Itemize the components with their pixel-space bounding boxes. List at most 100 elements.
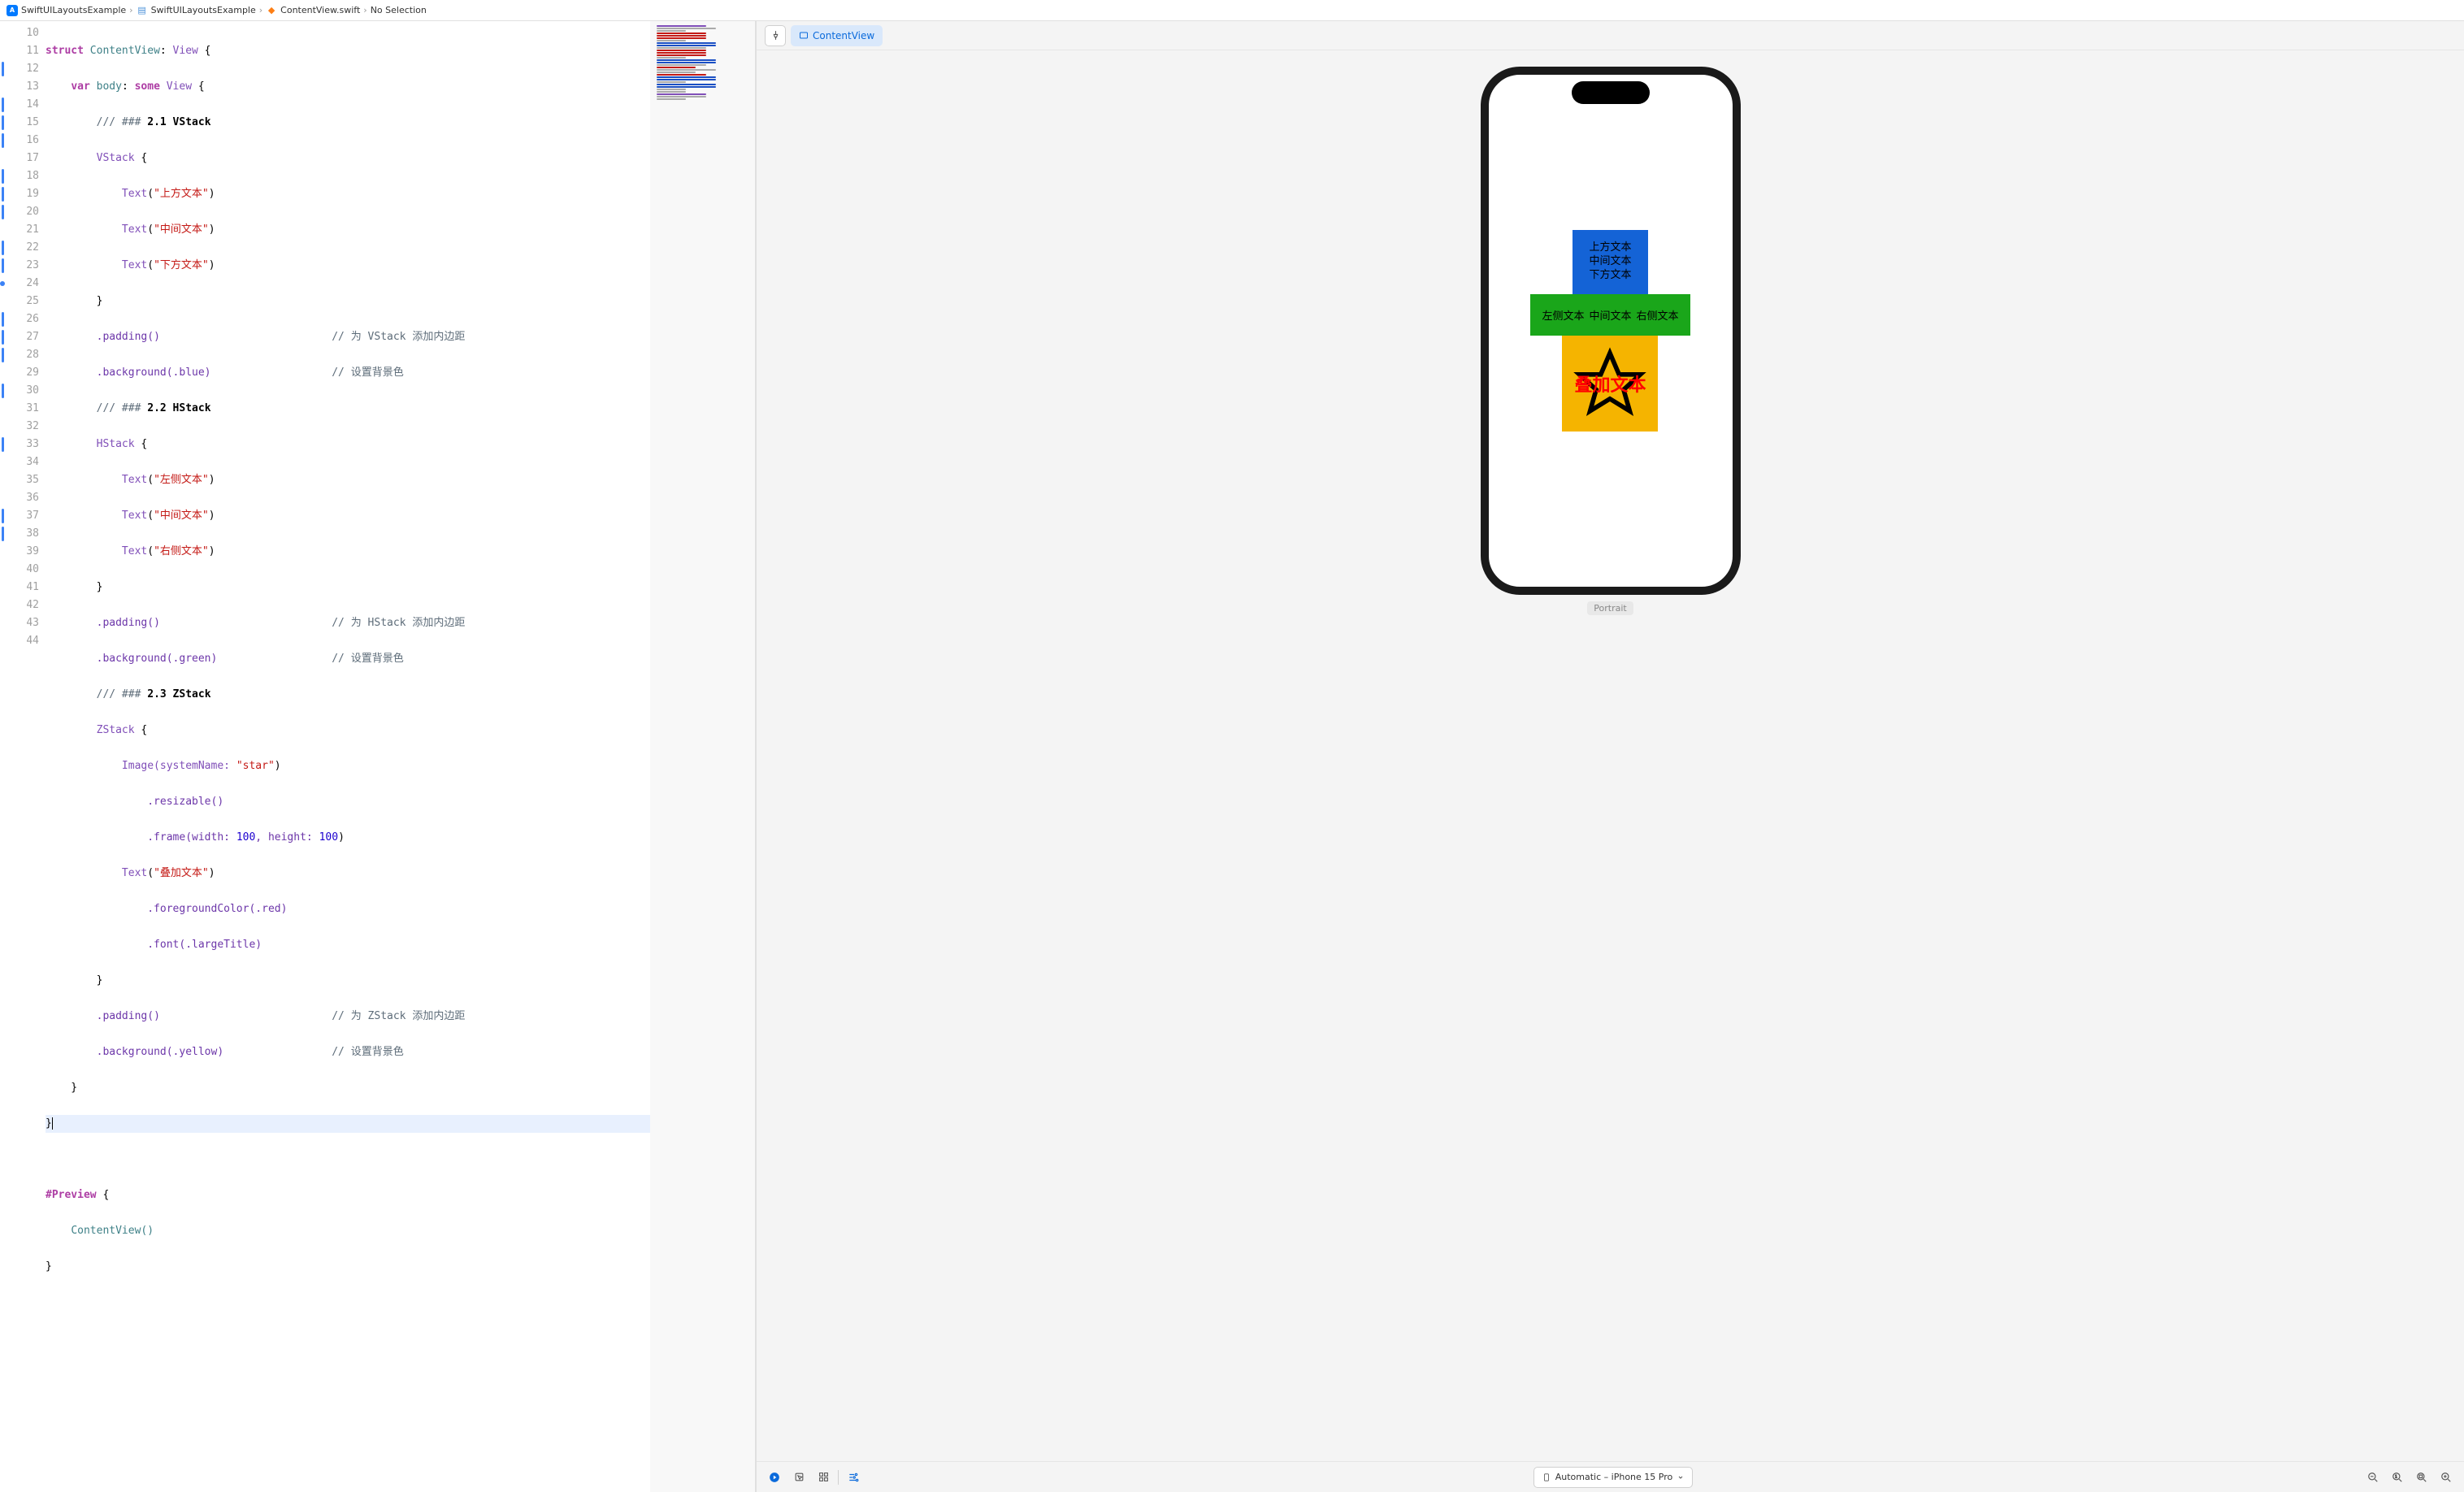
phone-icon	[1542, 1472, 1551, 1482]
cmt: // 为 VStack 添加内边距	[332, 331, 465, 343]
vstack-text: 下方文本	[1589, 269, 1631, 283]
device-selector[interactable]: Automatic – iPhone 15 Pro	[1533, 1467, 1693, 1488]
bc-file[interactable]: ContentView.swift	[280, 5, 360, 15]
zoom-100-icon: 1	[2392, 1472, 2403, 1483]
zstack-preview: 叠加文本	[1562, 336, 1658, 432]
fn: Text	[122, 188, 147, 200]
selectable-button[interactable]	[789, 1468, 809, 1487]
canvas-icon	[799, 31, 809, 41]
cmt: /// ###	[97, 402, 148, 414]
vstack-text: 中间文本	[1589, 255, 1631, 269]
orientation-label: Portrait	[1587, 601, 1633, 615]
fn: Text	[122, 545, 147, 557]
vstack-text: 上方文本	[1589, 241, 1631, 255]
meth: .padding()	[97, 617, 160, 629]
device-settings-button[interactable]	[844, 1468, 863, 1487]
str: "下方文本"	[154, 259, 209, 271]
kw: var	[71, 80, 89, 93]
meth: , height:	[255, 831, 319, 844]
meth: .padding()	[97, 331, 160, 343]
phone-content: 上方文本 中间文本 下方文本 左侧文本 中间文本 右侧文本	[1530, 230, 1690, 432]
call: ContentView()	[71, 1225, 154, 1237]
str: "中间文本"	[154, 223, 209, 236]
str: "star"	[236, 760, 275, 772]
type: ZStack	[97, 724, 135, 736]
svg-text:1: 1	[2395, 1474, 2397, 1478]
str: "中间文本"	[154, 510, 209, 522]
num: 100	[319, 831, 338, 844]
cmt: // 设置背景色	[332, 366, 403, 379]
kw: struct	[46, 45, 84, 57]
bc-project[interactable]: SwiftUILayoutsExample	[21, 5, 126, 15]
preview-canvas[interactable]: 上方文本 中间文本 下方文本 左侧文本 中间文本 右侧文本	[757, 50, 2464, 1461]
swift-file-icon: ◆	[266, 5, 277, 16]
type: HStack	[97, 438, 135, 450]
pin-button[interactable]	[765, 25, 786, 46]
meth: .background(.green)	[97, 653, 218, 665]
cursor-icon	[794, 1472, 805, 1482]
grid-icon	[818, 1472, 829, 1482]
fn: Text	[122, 223, 147, 236]
chevron-icon: ›	[259, 5, 262, 15]
str: "右侧文本"	[154, 545, 209, 557]
meth: .padding()	[97, 1010, 160, 1022]
proto: View	[173, 45, 198, 57]
vstack-preview: 上方文本 中间文本 下方文本	[1573, 230, 1647, 294]
device-label: Automatic – iPhone 15 Pro	[1555, 1472, 1672, 1482]
cmt: /// ###	[97, 116, 148, 128]
meth: .font(.largeTitle)	[147, 939, 262, 951]
fn: Image(systemName:	[122, 760, 236, 772]
type: ContentView	[90, 45, 160, 57]
bc-group[interactable]: SwiftUILayoutsExample	[151, 5, 256, 15]
fn: Text	[122, 474, 147, 486]
str: "叠加文本"	[154, 867, 209, 879]
meth: .resizable()	[147, 796, 223, 808]
live-preview-button[interactable]	[765, 1468, 784, 1487]
line-gutter: 10 11 12 13 14 15 16 17 18 19 20 21 22 2…	[0, 21, 46, 1492]
zoom-actual-button[interactable]: 1	[2388, 1468, 2407, 1487]
project-icon: A	[7, 5, 18, 16]
proto: View	[167, 80, 192, 93]
zoom-out-button[interactable]	[2363, 1468, 2383, 1487]
hstack-preview: 左侧文本 中间文本 右侧文本	[1530, 294, 1690, 336]
cmt: 2.3 ZStack	[147, 688, 210, 700]
id: body	[97, 80, 122, 93]
code-content[interactable]: struct ContentView: View { var body: som…	[46, 21, 650, 1492]
num: 100	[236, 831, 255, 844]
zoom-in-button[interactable]	[2436, 1468, 2456, 1487]
code-editor[interactable]: 10 11 12 13 14 15 16 17 18 19 20 21 22 2…	[0, 21, 650, 1492]
minimap[interactable]	[650, 21, 756, 1492]
pin-icon	[770, 30, 781, 41]
str: "左侧文本"	[154, 474, 209, 486]
preview-chip-label: ContentView	[813, 30, 874, 41]
str: "上方文本"	[154, 188, 209, 200]
bc-selection[interactable]: No Selection	[371, 5, 427, 15]
type: VStack	[97, 152, 135, 164]
cmt: // 为 ZStack 添加内边距	[332, 1010, 465, 1022]
chevron-icon: ›	[363, 5, 367, 15]
zoom-fit-icon	[2416, 1472, 2427, 1483]
meth: .frame(width:	[147, 831, 236, 844]
play-icon	[769, 1472, 780, 1483]
macro: #Preview	[46, 1189, 97, 1201]
breadcrumb[interactable]: A SwiftUILayoutsExample › ▤ SwiftUILayou…	[0, 0, 2464, 21]
device-frame: 上方文本 中间文本 下方文本 左侧文本 中间文本 右侧文本	[1481, 67, 1741, 595]
cmt: /// ###	[97, 688, 148, 700]
kw: some	[135, 80, 160, 93]
folder-icon: ▤	[137, 5, 148, 16]
zoom-fit-button[interactable]	[2412, 1468, 2431, 1487]
meth: .background(.yellow)	[97, 1046, 224, 1058]
preview-chip[interactable]: ContentView	[791, 25, 883, 46]
cmt: 2.1 VStack	[147, 116, 210, 128]
fn: Text	[122, 259, 147, 271]
zstack-overlay-text: 叠加文本	[1574, 371, 1646, 397]
variants-button[interactable]	[813, 1468, 833, 1487]
text-cursor	[52, 1117, 53, 1130]
zoom-out-icon	[2367, 1472, 2379, 1483]
fn: Text	[122, 510, 147, 522]
meth: .background(.blue)	[97, 366, 211, 379]
meth: .foregroundColor(.red)	[147, 903, 287, 915]
hstack-text: 左侧文本	[1542, 307, 1584, 323]
cmt: // 设置背景色	[332, 653, 403, 665]
hstack-text: 右侧文本	[1637, 307, 1679, 323]
